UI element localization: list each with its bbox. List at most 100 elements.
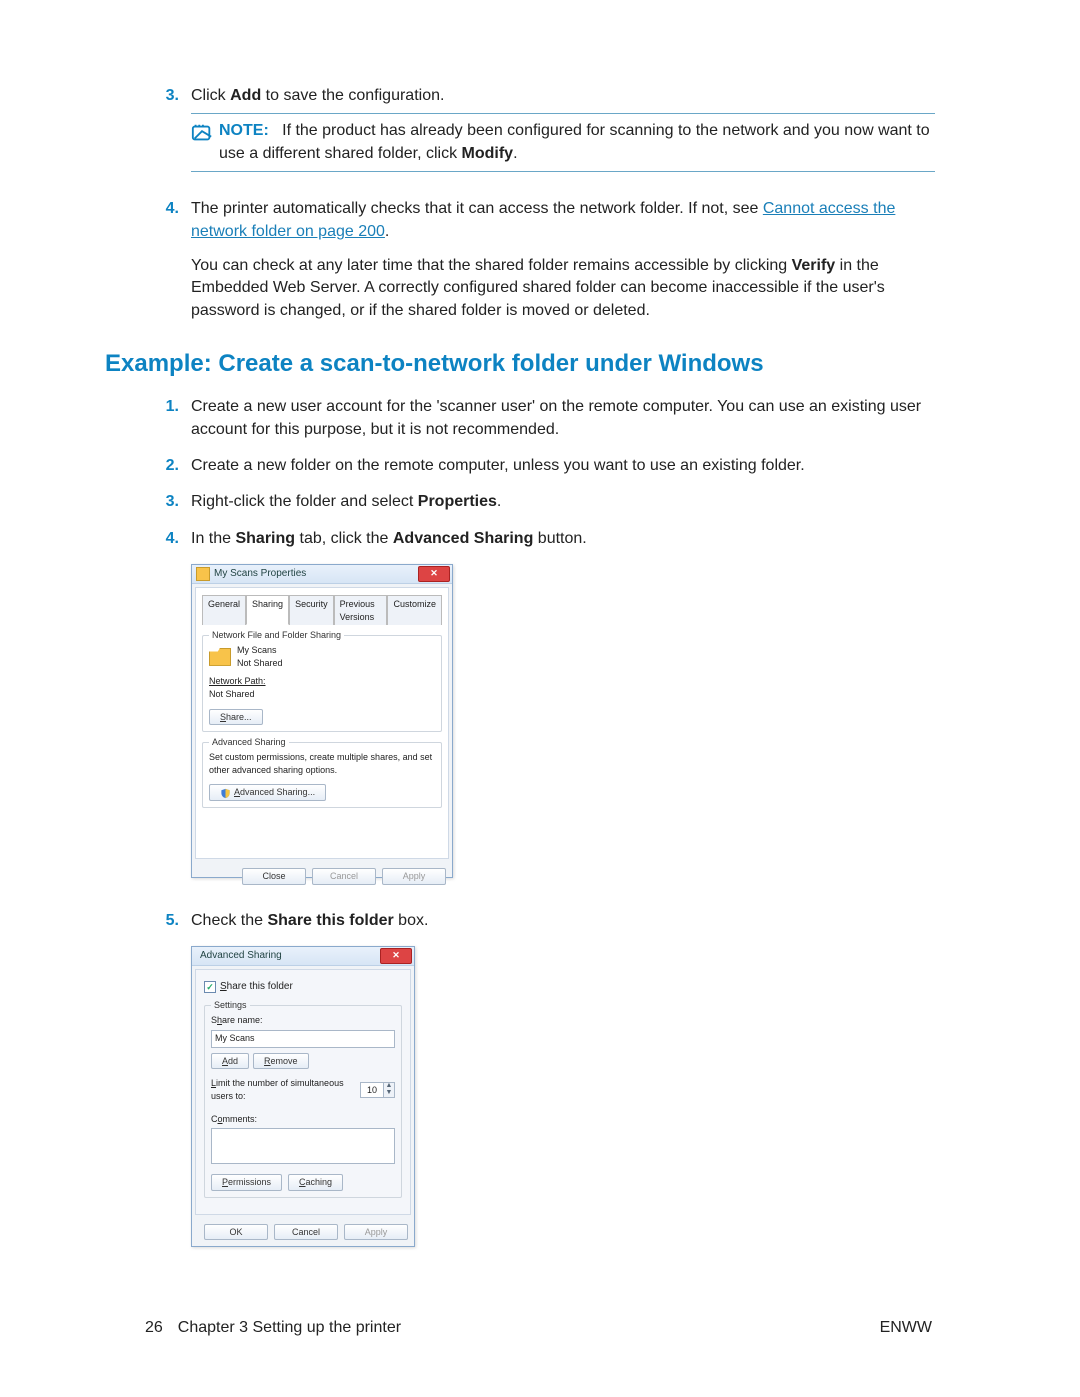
page-number: 26 xyxy=(145,1319,163,1337)
wstep-2: 2. Create a new folder on the remote com… xyxy=(145,455,935,477)
close-button[interactable]: Close xyxy=(242,868,306,885)
step-4-para2-bold: Verify xyxy=(792,257,836,274)
permissions-button[interactable]: PermissionsPermissions xyxy=(211,1174,282,1191)
wstep-5-bold: Share this folder xyxy=(267,912,393,929)
share-button[interactable]: SShare...hare... xyxy=(209,709,263,726)
windows-steps: 1. Create a new user account for the 'sc… xyxy=(145,396,935,1265)
wstep-1-number: 1. xyxy=(145,396,191,441)
advanced-sharing-title: Advanced Sharing xyxy=(196,949,380,963)
properties-dialog: My Scans Properties ✕ General Sharing Se… xyxy=(191,564,453,878)
ok-button[interactable]: OK xyxy=(204,1224,268,1241)
properties-body: General Sharing Security Previous Versio… xyxy=(195,587,449,859)
comments-field[interactable] xyxy=(211,1128,395,1164)
network-path-value: Not Shared xyxy=(209,689,255,699)
group-settings-title: Settings xyxy=(211,999,250,1012)
shield-icon xyxy=(220,788,231,799)
folder-row: My Scans Not Shared xyxy=(209,644,435,669)
wstep-3-number: 3. xyxy=(145,491,191,513)
step-3-pre: Click xyxy=(191,87,230,104)
note-body-post: . xyxy=(513,145,517,162)
wstep-4-bold1: Sharing xyxy=(235,530,295,547)
advanced-sharing-button[interactable]: Advanced Sharing...Advanced Sharing... xyxy=(209,784,326,801)
group-network-sharing: Network File and Folder Sharing My Scans… xyxy=(202,635,442,732)
apply-button[interactable]: Apply xyxy=(382,868,446,885)
wstep-3-bold: Properties xyxy=(418,493,497,510)
share-this-folder-checkbox[interactable]: ✓ Share this folderShare this folder xyxy=(204,980,293,994)
group-advanced-sharing-title: Advanced Sharing xyxy=(209,736,289,749)
wstep-5-body: Check the Share this folder box. Advance… xyxy=(191,910,935,1265)
section-heading: Example: Create a scan-to-network folder… xyxy=(105,350,935,378)
step-4-para2: You can check at any later time that the… xyxy=(191,255,935,322)
wstep-1: 1. Create a new user account for the 'sc… xyxy=(145,396,935,441)
wstep-3: 3. Right-click the folder and select Pro… xyxy=(145,491,935,513)
remove-button[interactable]: RemoveRemove xyxy=(253,1053,309,1070)
advanced-sharing-footer: OK Cancel Apply xyxy=(192,1218,414,1247)
close-icon[interactable]: ✕ xyxy=(380,948,412,964)
tab-customize[interactable]: Customize xyxy=(387,595,442,625)
advanced-sharing-body: ✓ Share this folderShare this folder Set… xyxy=(195,969,411,1214)
step-3-number: 3. xyxy=(145,85,191,184)
share-name-label: Share name:Share name: xyxy=(211,1014,395,1027)
step-3: 3. Click Add to save the configuration. … xyxy=(145,85,935,184)
step-4-pre: The printer automatically checks that it… xyxy=(191,200,763,217)
step-4-post: . xyxy=(385,223,389,240)
folder-shared-status: Not Shared xyxy=(237,657,283,670)
page-footer: 26 Chapter 3 Setting up the printer ENWW xyxy=(145,1319,932,1337)
wstep-3-post: . xyxy=(497,493,501,510)
chapter-label: Chapter 3 Setting up the printer xyxy=(178,1319,401,1337)
group-advanced-sharing: Advanced Sharing Set custom permissions,… xyxy=(202,742,442,808)
wstep-4: 4. In the Sharing tab, click the Advance… xyxy=(145,528,935,896)
step-4-para2-pre: You can check at any later time that the… xyxy=(191,257,792,274)
group-network-sharing-title: Network File and Folder Sharing xyxy=(209,629,344,642)
group-advanced-sharing-desc: Set custom permissions, create multiple … xyxy=(209,751,435,776)
tab-general[interactable]: General xyxy=(202,595,246,625)
properties-footer: Close Cancel Apply xyxy=(192,862,452,891)
properties-title: My Scans Properties xyxy=(214,567,418,581)
limit-users-label: Limit the number of simultaneous users t… xyxy=(211,1077,360,1102)
comments-label: Comments:Comments: xyxy=(211,1113,395,1126)
note-body-bold: Modify xyxy=(462,145,514,162)
step-4: 4. The printer automatically checks that… xyxy=(145,198,935,322)
footer-right: ENWW xyxy=(880,1319,932,1337)
checkbox-icon: ✓ xyxy=(204,981,216,993)
network-path-label: Network Path: xyxy=(209,676,266,686)
advanced-sharing-dialog: Advanced Sharing ✕ ✓ Share this folderSh… xyxy=(191,946,415,1247)
wstep-4-bold2: Advanced Sharing xyxy=(393,530,533,547)
cancel-button[interactable]: Cancel xyxy=(312,868,376,885)
properties-titlebar: My Scans Properties ✕ xyxy=(192,565,452,584)
wstep-4-mid: tab, click the xyxy=(295,530,393,547)
folder-icon xyxy=(209,648,231,666)
tab-sharing[interactable]: Sharing xyxy=(246,595,289,625)
note-body-pre: If the product has already been configur… xyxy=(219,122,930,161)
tab-previous-versions[interactable]: Previous Versions xyxy=(334,595,388,625)
wstep-3-body: Right-click the folder and select Proper… xyxy=(191,491,935,513)
step-3-body: Click Add to save the configuration. NOT… xyxy=(191,85,935,184)
share-name-field[interactable]: My Scans xyxy=(211,1030,395,1048)
add-button[interactable]: AddAdd xyxy=(211,1053,249,1070)
cancel-button[interactable]: Cancel xyxy=(274,1224,338,1241)
folder-name-value: My Scans xyxy=(237,644,283,657)
wstep-3-pre: Right-click the folder and select xyxy=(191,493,418,510)
wstep-4-number: 4. xyxy=(145,528,191,896)
caching-button[interactable]: CachingCaching xyxy=(288,1174,343,1191)
note-label: NOTE: xyxy=(219,122,269,139)
wstep-5: 5. Check the Share this folder box. Adva… xyxy=(145,910,935,1265)
step-3-bold: Add xyxy=(230,87,261,104)
wstep-4-post: button. xyxy=(533,530,586,547)
note-box: NOTE: If the product has already been co… xyxy=(191,113,935,172)
limit-users-value: 10 xyxy=(361,1084,383,1097)
note-text: NOTE: If the product has already been co… xyxy=(219,120,935,165)
apply-button[interactable]: Apply xyxy=(344,1224,408,1241)
close-icon[interactable]: ✕ xyxy=(418,566,450,582)
folder-icon xyxy=(196,567,210,581)
wstep-5-post: box. xyxy=(394,912,429,929)
document-page: 3. Click Add to save the configuration. … xyxy=(0,0,1080,1265)
wstep-5-pre: Check the xyxy=(191,912,267,929)
folder-info: My Scans Not Shared xyxy=(237,644,283,669)
limit-users-stepper[interactable]: 10 ▲▼ xyxy=(360,1082,395,1098)
wstep-4-body: In the Sharing tab, click the Advanced S… xyxy=(191,528,935,896)
chevron-down-icon[interactable]: ▼ xyxy=(383,1090,394,1097)
tab-security[interactable]: Security xyxy=(289,595,334,625)
wstep-2-body: Create a new folder on the remote comput… xyxy=(191,455,935,477)
wstep-5-number: 5. xyxy=(145,910,191,1265)
